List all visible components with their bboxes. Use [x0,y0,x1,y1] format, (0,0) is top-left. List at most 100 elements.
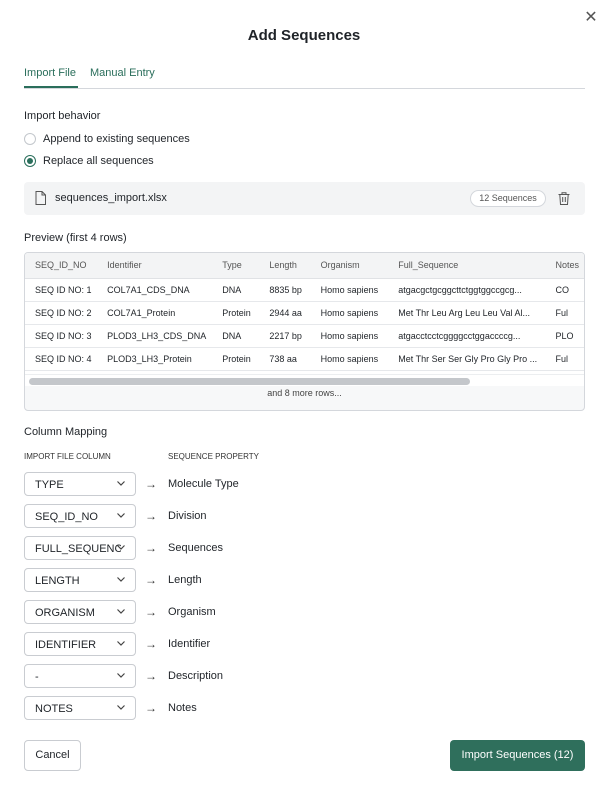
radio-replace-button[interactable] [24,155,36,167]
select-value: NOTES [35,703,73,715]
horizontal-scrollbar[interactable] [25,374,584,386]
chevron-down-icon [117,641,125,646]
close-icon[interactable]: ✕ [583,10,599,26]
file-name: sequences_import.xlsx [55,192,167,204]
import-behavior-label: Import behavior [24,110,101,122]
arrow-right-icon: → [145,573,157,587]
chevron-down-icon [117,481,125,486]
table-cell: 2944 aa [259,301,311,325]
column-header: Organism [310,253,389,279]
target-property: Molecule Type [168,478,239,490]
target-property: Organism [168,606,216,618]
select-value: - [35,671,39,683]
dialog-title: Add Sequences [247,27,361,44]
mapping-row: TYPE → Molecule Type [24,472,324,496]
table-cell: PLOD3_LH3_Protein [97,347,213,371]
table-cell: COL7A1_CDS_DNA [97,278,213,302]
source-column-select[interactable]: TYPE [24,472,136,496]
table-cell: Homo sapiens [310,278,389,302]
more-rows-note: and 8 more rows... [267,388,342,398]
table-cell: 738 aa [259,347,311,371]
mapping-row: FULL_SEQUENCE → Sequences [24,536,324,560]
arrow-right-icon: → [145,477,157,491]
mapping-row: LENGTH → Length [24,568,324,592]
import-sequences-button[interactable]: Import Sequences (12) [450,740,585,771]
preview-panel: SEQ_ID_NO Identifier Type Length Organis… [24,252,585,411]
cancel-button[interactable]: Cancel [24,740,81,771]
source-column-select[interactable]: SEQ_ID_NO [24,504,136,528]
import-column-header: IMPORT FILE COLUMN [24,452,111,461]
tab-manual-entry[interactable]: Manual Entry [90,67,155,79]
table-cell: COL7A1_Protein [97,301,213,325]
target-property: Identifier [168,638,211,650]
preview-table: SEQ_ID_NO Identifier Type Length Organis… [25,253,584,371]
table-cell: Met Thr Leu Arg Leu Leu Val Al... [388,301,546,325]
table-cell: Ful [545,301,584,325]
chevron-down-icon [117,609,125,614]
chevron-down-icon [117,545,125,550]
mapping-row: ORGANISM → Organism [24,600,324,624]
select-value: FULL_SEQUENCE [35,543,121,555]
select-value: LENGTH [35,575,80,587]
preview-header-row: SEQ_ID_NO Identifier Type Length Organis… [25,253,584,279]
preview-table-container: SEQ_ID_NO Identifier Type Length Organis… [25,253,584,386]
table-cell: CO [545,278,584,302]
table-cell: Homo sapiens [310,324,389,348]
source-column-select[interactable]: FULL_SEQUENCE [24,536,136,560]
target-property: Description [168,670,224,682]
target-property: Sequences [168,542,224,554]
source-column-select[interactable]: - [24,664,136,688]
source-column-select[interactable]: IDENTIFIER [24,632,136,656]
preview-label: Preview (first 4 rows) [24,232,127,244]
column-header: Identifier [97,253,213,279]
target-property: Division [168,510,207,522]
mapping-row: IDENTIFIER → Identifier [24,632,324,656]
scrollbar-thumb[interactable] [29,378,470,385]
chevron-down-icon [117,577,125,582]
table-cell: SEQ ID NO: 4 [25,347,98,371]
tab-import-file[interactable]: Import File [24,67,76,79]
table-row: SEQ ID NO: 2 COL7A1_Protein Protein 2944… [25,301,584,325]
target-property: Notes [168,702,197,714]
target-property: Length [168,574,202,586]
radio-append-button[interactable] [24,133,36,145]
table-cell: Homo sapiens [310,301,389,325]
sequence-property-header: SEQUENCE PROPERTY [168,452,259,461]
chevron-down-icon [117,705,125,710]
source-column-select[interactable]: LENGTH [24,568,136,592]
select-value: ORGANISM [35,607,95,619]
table-cell: 2217 bp [259,324,311,348]
table-row: SEQ ID NO: 4 PLOD3_LH3_Protein Protein 7… [25,347,584,371]
column-header: SEQ_ID_NO [25,253,98,279]
mapping-row: SEQ_ID_NO → Division [24,504,324,528]
select-value: IDENTIFIER [35,639,97,651]
table-cell: atgacctcctcggggcctggaccccg... [388,324,546,348]
arrow-right-icon: → [145,669,157,683]
mapping-row: - → Description [24,664,324,688]
table-cell: Ful [545,347,584,371]
radio-append[interactable]: Append to existing sequences [24,132,190,146]
arrow-right-icon: → [145,701,157,715]
column-header: Full_Sequence [388,253,546,279]
trash-icon[interactable] [558,192,570,205]
table-cell: Met Thr Ser Ser Gly Pro Gly Pro ... [388,347,546,371]
source-column-select[interactable]: ORGANISM [24,600,136,624]
table-cell: Protein [212,301,260,325]
radio-append-label: Append to existing sequences [43,133,190,145]
column-header: Length [259,253,311,279]
table-cell: Protein [212,347,260,371]
table-cell: DNA [212,278,260,302]
table-row: SEQ ID NO: 1 COL7A1_CDS_DNA DNA 8835 bp … [25,278,584,302]
table-cell: Homo sapiens [310,347,389,371]
tab-bar: Import File Manual Entry [24,64,585,89]
table-row: SEQ ID NO: 3 PLOD3_LH3_CDS_DNA DNA 2217 … [25,324,584,348]
column-header: Type [212,253,260,279]
mapping-row: NOTES → Notes [24,696,324,720]
select-value: TYPE [35,479,64,491]
table-cell: 8835 bp [259,278,311,302]
source-column-select[interactable]: NOTES [24,696,136,720]
sequence-count-badge: 12 Sequences [470,190,546,207]
file-icon [35,191,46,205]
radio-replace[interactable]: Replace all sequences [24,154,154,168]
arrow-right-icon: → [145,509,157,523]
